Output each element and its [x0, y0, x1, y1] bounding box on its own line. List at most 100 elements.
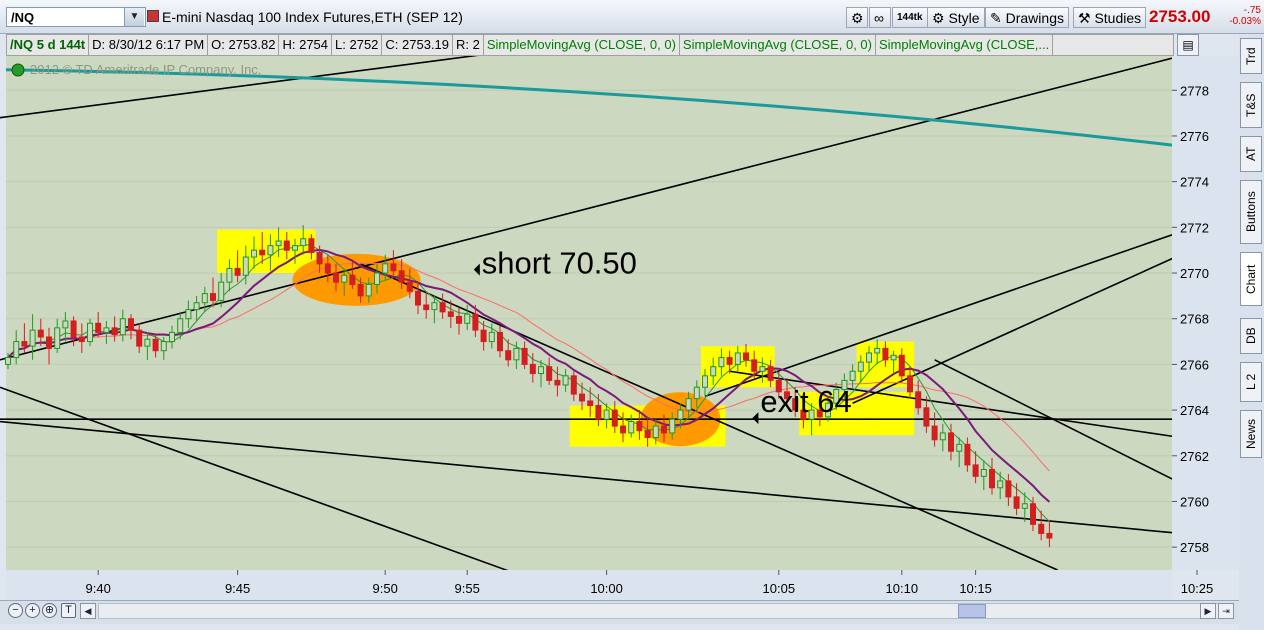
sidebar-tab-ts[interactable]: T&S	[1240, 82, 1262, 128]
info-high: H: 2754	[279, 35, 333, 55]
price-tick-label: 2764	[1180, 403, 1209, 418]
candle-body	[677, 409, 684, 420]
style-button[interactable]: ⚙ Style	[927, 7, 985, 28]
candle-body	[1021, 503, 1028, 509]
candle-body	[718, 357, 725, 368]
candle-body	[562, 375, 569, 386]
candle-body	[398, 270, 405, 283]
price-tick-label: 2772	[1180, 220, 1209, 235]
right-sidebar: Trd T&S AT Buttons Chart DB L 2 News	[1239, 34, 1264, 630]
info-study-1[interactable]: SimpleMovingAvg (CLOSE, 0, 0)	[484, 35, 680, 55]
candle-body	[70, 320, 77, 338]
candle-body	[275, 240, 282, 247]
sidebar-tab-trd[interactable]: Trd	[1240, 38, 1262, 74]
sidebar-tab-l2[interactable]: L 2	[1240, 362, 1262, 402]
zoom-in-icon[interactable]: +	[25, 603, 40, 618]
info-study-2[interactable]: SimpleMovingAvg (CLOSE, 0, 0)	[680, 35, 876, 55]
zoom-fit-icon[interactable]: ⊕	[42, 603, 57, 618]
settings-icon[interactable]: ⚙	[846, 7, 868, 28]
price-tick-label: 2758	[1180, 540, 1209, 555]
candle-body	[308, 238, 315, 253]
candle-body	[693, 386, 700, 400]
candle-body	[579, 393, 585, 402]
candle-body	[956, 443, 963, 452]
fit-end-icon[interactable]: ⇥	[1218, 603, 1234, 619]
price-tick-label: 2774	[1180, 175, 1209, 190]
studies-icon: ⚒	[1078, 10, 1091, 26]
candle-body	[505, 350, 512, 361]
sidebar-tab-buttons[interactable]: Buttons	[1240, 180, 1262, 244]
info-study-3[interactable]: SimpleMovingAvg (CLOSE,...	[876, 35, 1054, 55]
time-tick-label: 10:10	[886, 581, 919, 596]
candle-body	[628, 421, 635, 434]
candle-body	[480, 329, 487, 343]
candle-body	[29, 329, 36, 347]
aggregation-button[interactable]: 144tk	[892, 7, 928, 28]
candle-body	[349, 274, 356, 285]
candle-body	[103, 327, 110, 333]
candle-body	[357, 283, 364, 297]
text-tool-icon[interactable]: T	[61, 603, 76, 618]
candle-body	[431, 302, 438, 311]
instrument-icon	[147, 10, 159, 22]
watermark: 2012 © TD Ameritrade IP Company, Inc.	[11, 62, 261, 77]
studies-button[interactable]: ⚒ Studies	[1073, 7, 1147, 28]
candle-body	[169, 331, 175, 343]
candle-body	[1013, 496, 1020, 509]
sidebar-tab-db[interactable]: DB	[1240, 318, 1262, 354]
candle-body	[423, 304, 430, 311]
studies-label: Studies	[1094, 10, 1142, 26]
zoom-out-icon[interactable]: −	[8, 603, 23, 618]
candle-body	[119, 318, 126, 336]
scroll-left-icon[interactable]: ◀	[80, 603, 96, 619]
candle-body	[464, 313, 471, 324]
candle-body	[915, 391, 922, 409]
chart-settings-icon[interactable]: ▤	[1177, 34, 1199, 56]
candle-body	[390, 263, 397, 272]
price-tick-label: 2766	[1180, 357, 1209, 372]
time-tick-label: 9:50	[373, 581, 398, 596]
sidebar-tab-at[interactable]: AT	[1240, 136, 1262, 172]
candle-body	[767, 366, 774, 381]
sidebar-tab-news[interactable]: News	[1240, 410, 1262, 458]
candle-body	[964, 443, 971, 466]
horizontal-scrollbar[interactable]	[98, 603, 1234, 619]
info-symbol-period[interactable]: /NQ 5 d 144t	[7, 35, 90, 55]
highlight-zone	[864, 391, 915, 436]
symbol-dropdown-button[interactable]: ▼	[124, 8, 144, 26]
annotation-label: exit 64	[760, 384, 851, 419]
candle-body	[587, 400, 594, 407]
time-tick-label: 9:40	[86, 581, 111, 596]
candle-body	[324, 263, 331, 274]
candle-body	[333, 272, 339, 283]
sidebar-tab-chart[interactable]: Chart	[1240, 252, 1262, 306]
scroll-right-icon[interactable]: ▶	[1200, 603, 1216, 619]
candle-body	[406, 281, 413, 292]
candle-body	[710, 366, 717, 377]
drawings-button[interactable]: ✎ Drawings	[985, 7, 1069, 28]
link-icon[interactable]: ∞	[869, 7, 891, 28]
price-tick-label: 2778	[1180, 83, 1209, 98]
candle-body	[923, 407, 930, 427]
candle-body	[46, 336, 52, 349]
candle-body	[611, 409, 618, 427]
candle-body	[456, 315, 462, 324]
candle-body	[267, 245, 274, 256]
info-range: R: 2	[453, 35, 484, 55]
scrollbar-thumb[interactable]	[958, 604, 986, 618]
candle-body	[554, 379, 561, 386]
candle-body	[595, 405, 602, 420]
time-tick-label: 10:25	[1181, 581, 1214, 596]
highlight-zone	[217, 229, 316, 274]
candle-body	[210, 293, 216, 301]
price-chart[interactable]: short 70.50 exit 64 2012 © TD Ameritrade …	[0, 56, 1239, 600]
candle-body	[292, 245, 298, 251]
candle-body	[751, 359, 758, 372]
candle-body	[849, 370, 856, 381]
candle-body	[341, 274, 348, 283]
price-change-value: -.75	[1243, 5, 1261, 16]
top-toolbar: /NQ ▼ E-mini Nasdaq 100 Index Futures,ET…	[0, 0, 1264, 34]
candle-body	[939, 432, 946, 441]
candle-body	[234, 267, 241, 276]
candle-body	[972, 464, 979, 477]
